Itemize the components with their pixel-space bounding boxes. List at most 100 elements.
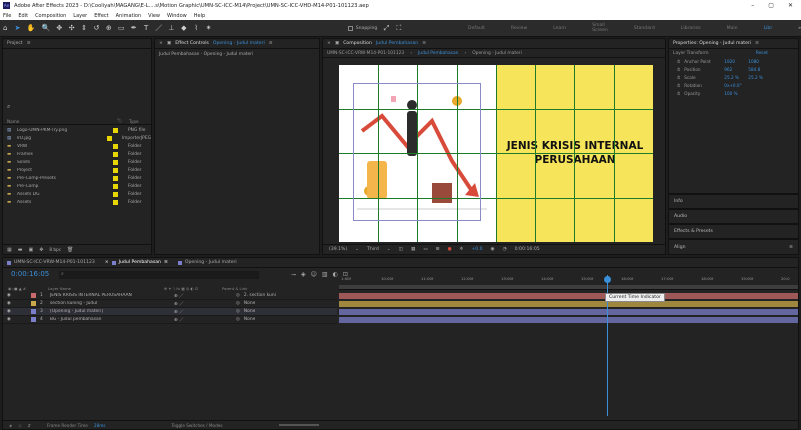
label-color-swatch[interactable] [113,191,118,197]
property-value-1[interactable]: 0x+0.0° [724,83,744,88]
adjust-icon[interactable]: ✥ [39,247,43,253]
workspace-active[interactable]: Libr [764,26,773,31]
project-tab[interactable]: Project ≡ [3,39,151,49]
effects-presets-panel[interactable]: Effects & Presets [668,224,799,239]
panel-menu-icon[interactable]: ≡ [164,260,168,265]
workspace-main[interactable]: Main [727,26,738,31]
expand-icon[interactable]: ⛶ [396,23,402,33]
project-search[interactable]: ⌕ [7,103,10,111]
zoom-select[interactable]: (39.1%) [329,247,347,252]
parent-link-icon[interactable]: ◎ [236,293,240,298]
new-comp-icon[interactable]: ▣ [28,247,33,253]
label-color-swatch[interactable] [113,183,118,189]
timeline-search-input[interactable]: ⌕ [59,271,259,279]
menu-layer[interactable]: Layer [73,13,87,19]
layer-row[interactable]: ◉ 3 [Opening - Judul materi] ⊕ ／ ◎ None [3,308,337,316]
time-ruler[interactable]: 1:00f 10:00f 11:00f 12:00f 13:00f 14:00f 15:00… [339,275,798,290]
mask-icon[interactable]: ▭ [423,247,427,252]
project-item[interactable]: ▬ Assets Folder [3,198,151,206]
label-color-swatch[interactable] [113,159,118,165]
properties-tab[interactable]: Properties: Opening - Judul materi ≡ [669,39,798,49]
column-type[interactable]: Type [129,119,139,124]
layer-duration-bar[interactable] [339,301,798,307]
selection-tool-icon[interactable]: ➤ [14,23,21,33]
stamp-tool-icon[interactable]: ⊥ [168,23,174,33]
menu-composition[interactable]: Composition [35,13,66,19]
workspace-default[interactable]: Default [468,26,485,31]
project-item[interactable]: ▬ Frames Folder [3,150,151,158]
bpc-label[interactable]: 8 bpc [49,247,61,252]
composition-viewer[interactable]: JENIS KRISIS INTERNAL PERUSAHAAN [339,65,653,242]
comp-markers-icon[interactable]: ◈ [9,423,12,428]
info-panel[interactable]: Info [668,194,799,209]
snapping-toggle[interactable]: Snapping [347,25,377,31]
panel-menu-icon[interactable]: ≡ [422,41,426,46]
breadcrumb-child[interactable]: Opening - Judul materi [472,51,522,56]
zoom-tool-icon[interactable]: 🔍 [41,23,50,33]
layer-bounding-box[interactable] [353,83,481,221]
dolly-tool-icon[interactable]: ⇕ [81,23,87,33]
new-folder-icon[interactable]: ▬ [18,247,23,253]
panel-menu-icon[interactable]: ≡ [27,41,31,46]
timeline-tab-main[interactable]: UMN-SC-ICC-VRW-M14-P01-101123 [7,260,95,265]
visibility-eye-icon[interactable]: ◉ [3,317,13,322]
pan-tool-icon[interactable]: ✣ [69,23,75,33]
layer-row[interactable]: ◉ 2 section kuning - Judul ⊕ ／ ◎ None [3,300,337,308]
playhead-handle-icon[interactable] [604,276,612,283]
layer-name[interactable]: JENIS KRISIS INTERNAL PERUSAHAAN [50,293,170,298]
in-out-icon[interactable]: ⇵ [27,423,31,428]
delete-icon[interactable]: 🗑 [67,247,73,253]
orbit-tool-icon[interactable]: ✥ [56,23,62,33]
camera-settings-icon[interactable]: ✲ [460,247,464,252]
panel-menu-icon[interactable]: ≡ [789,245,798,250]
composition-tab[interactable]: × ▣ Composition Judul Pembahasan ≡ [323,39,665,49]
layer-name[interactable]: section kuning - Judul [50,301,170,306]
project-item[interactable]: ▬ Project Folder [3,166,151,174]
label-color-swatch[interactable] [113,167,118,173]
breadcrumb-root[interactable]: UMN-SC-ICC-VRW-M14-P01-101123 [327,51,404,56]
work-area-bar[interactable] [339,285,798,289]
label-color-swatch[interactable] [113,199,118,205]
comp-flowchart-icon[interactable]: ⇁ [291,271,296,278]
maximize-button[interactable]: ▢ [768,2,774,9]
roto-tool-icon[interactable]: ⌇ [193,23,199,33]
visibility-eye-icon[interactable]: ◉ [3,309,13,314]
panel-menu-icon[interactable]: ≡ [269,41,273,46]
property-value-1[interactable]: 100 % [724,91,744,96]
column-name[interactable]: Name [7,119,117,124]
menu-edit[interactable]: Edit [18,13,28,19]
label-color-swatch[interactable] [107,135,112,141]
layer-row[interactable]: ◉ 4 BG - Judul pembahasan ⊕ ／ ◎ None [3,316,337,324]
workspace-review[interactable]: Review [511,26,527,31]
audio-panel[interactable]: Audio [668,209,799,224]
workspace-libraries[interactable]: Libraries [681,26,701,31]
project-item[interactable]: ▬ VRW Folder [3,142,151,150]
anchor-tool-icon[interactable]: ⊕ [106,23,112,33]
timeline-tab-opening[interactable]: Opening - Judul materi [177,260,237,265]
grid-icon[interactable]: ⊞ [436,247,440,252]
layer-row[interactable]: ◉ 1 JENIS KRISIS INTERNAL PERUSAHAAN ⊕ ／ ◎ 2.… [3,292,337,300]
minimize-button[interactable]: – [751,2,754,9]
stopwatch-icon[interactable]: ⏱ [677,67,680,72]
channel-icon[interactable]: ● [448,247,452,252]
parent-select[interactable]: None [244,317,255,322]
draft-3d-icon[interactable]: ◈ [301,271,306,278]
resolution-select[interactable]: Third [367,247,379,252]
close-button[interactable]: ✕ [788,2,793,9]
layer-switches-icon[interactable]: ⊕ ／ [174,301,232,307]
parent-select[interactable]: None [244,301,255,306]
exposure-value[interactable]: +0.0 [471,247,482,252]
project-item[interactable]: ▤ Logo-UMN-PKM-Try.png PNG file [3,126,151,134]
home-icon[interactable]: ⌂ [2,23,8,33]
panel-menu-icon[interactable]: ≡ [755,41,759,46]
project-item[interactable]: ▬ Solids Folder [3,158,151,166]
workspace-standard[interactable]: Standard [634,26,655,31]
effect-controls-tab[interactable]: × ▣ Effect Controls Opening - Judul mate… [155,39,319,49]
label-color-swatch[interactable] [113,151,118,157]
layer-switches-icon[interactable]: ⊕ ／ [174,309,232,315]
layer-duration-bar[interactable] [339,293,798,299]
motion-blur-icon[interactable]: ◐ [333,271,338,278]
timeline-tab-active[interactable]: × Judul Pembahasan ≡ [105,260,168,265]
region-icon[interactable]: ◫ [399,247,403,252]
menu-animation[interactable]: Animation [116,13,142,19]
